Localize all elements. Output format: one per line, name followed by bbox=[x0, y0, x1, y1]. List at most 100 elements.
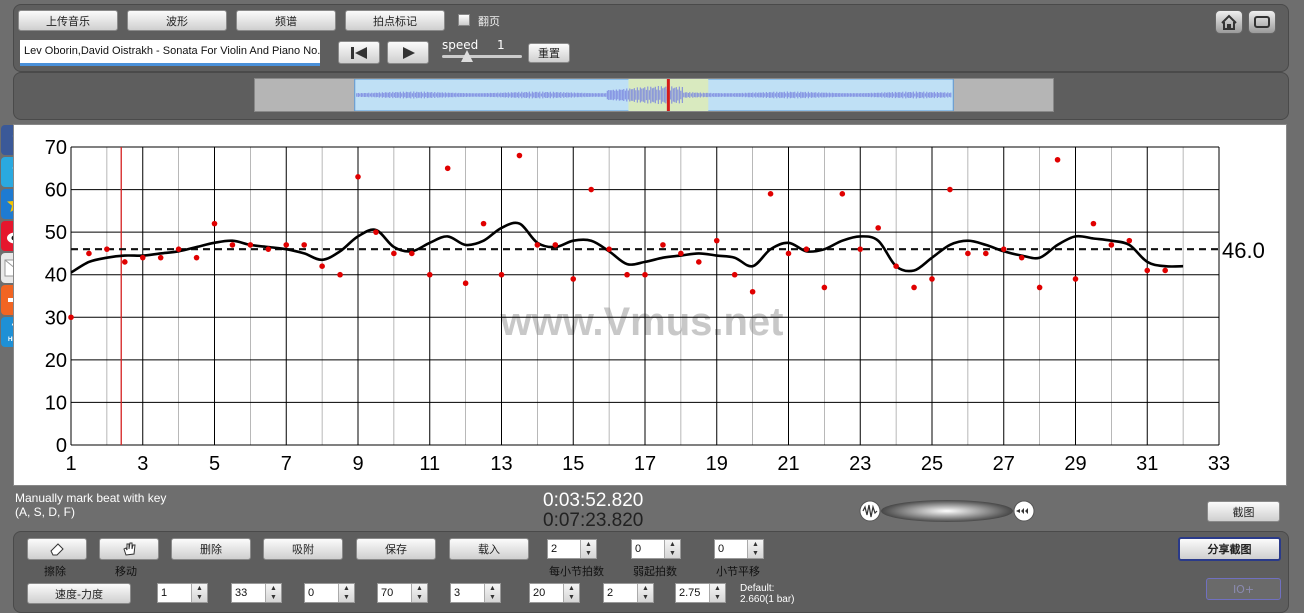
beat-point bbox=[713, 237, 720, 244]
waveform-overview[interactable] bbox=[254, 78, 1054, 112]
waveform-button[interactable]: 波形 bbox=[127, 10, 227, 31]
delete-button[interactable]: 删除 bbox=[171, 538, 251, 560]
beat-point bbox=[678, 250, 684, 257]
page-flip-checkbox[interactable] bbox=[458, 14, 470, 26]
stepper-arrows-icon[interactable]: ▲ ▼ bbox=[191, 584, 207, 602]
hint-line-1: Manually mark beat with key bbox=[15, 491, 167, 505]
stepper-arrows-icon[interactable]: ▲ ▼ bbox=[411, 584, 427, 602]
beat-point bbox=[731, 271, 738, 278]
beat-point bbox=[839, 191, 846, 197]
track-title-text: Lev Oborin,David Oistrakh - Sonata For V… bbox=[24, 45, 320, 57]
beat-point bbox=[498, 271, 505, 278]
param-4-stepper[interactable]: 70 ▲ ▼ bbox=[377, 583, 428, 603]
beat-point bbox=[104, 246, 110, 252]
beats-per-bar-value: 2 bbox=[551, 543, 558, 555]
beat-point bbox=[247, 242, 254, 248]
param-2-stepper[interactable]: 33 ▲ ▼ bbox=[231, 583, 282, 603]
speed-slider-track[interactable] bbox=[442, 55, 522, 58]
bar-shift-label: 小节平移 bbox=[716, 565, 760, 578]
pickup-value: 0 bbox=[635, 543, 642, 555]
waveform-graphic bbox=[354, 78, 954, 112]
stepper-arrows-icon[interactable]: ▲ ▼ bbox=[747, 540, 763, 558]
move-button[interactable] bbox=[99, 538, 159, 560]
bar-shift-stepper[interactable]: 0 ▲ ▼ bbox=[714, 539, 764, 559]
stepper-arrows-icon[interactable]: ▲ ▼ bbox=[563, 584, 579, 602]
stepper-arrows-icon[interactable]: ▲ ▼ bbox=[637, 584, 653, 602]
beat-point bbox=[696, 259, 702, 265]
beat-point bbox=[929, 276, 935, 282]
beat-point bbox=[588, 186, 594, 193]
spectrum-button[interactable]: 频谱 bbox=[236, 10, 336, 31]
beat-point bbox=[893, 263, 899, 269]
beats-per-bar-stepper[interactable]: 2 ▲ ▼ bbox=[547, 539, 597, 559]
save-button[interactable]: 保存 bbox=[356, 538, 436, 560]
chart-watermark: www.Vmus.net bbox=[499, 300, 783, 344]
y-tick-label: 70 bbox=[45, 137, 67, 159]
beat-point bbox=[301, 242, 307, 248]
beat-mark-button[interactable]: 拍点标记 bbox=[345, 10, 445, 31]
track-title-field[interactable]: Lev Oborin,David Oistrakh - Sonata For V… bbox=[20, 40, 320, 66]
param-7-value: 2 bbox=[607, 587, 614, 599]
beat-point bbox=[516, 152, 523, 159]
pickup-stepper[interactable]: 0 ▲ ▼ bbox=[631, 539, 681, 559]
x-tick-label: 29 bbox=[1064, 453, 1086, 475]
beat-point bbox=[1054, 156, 1061, 163]
reset-button[interactable]: 重置 bbox=[528, 43, 570, 63]
param-5-stepper[interactable]: 3 ▲ ▼ bbox=[450, 583, 501, 603]
beat-point bbox=[409, 250, 415, 257]
beat-point bbox=[426, 271, 433, 278]
tempo-dynamics-button[interactable]: 速度-力度 bbox=[27, 583, 131, 604]
tempo-curve bbox=[70, 221, 1184, 274]
speed-slider-thumb[interactable] bbox=[461, 50, 473, 62]
beat-point bbox=[552, 242, 559, 248]
param-1-stepper[interactable]: 1 ▲ ▼ bbox=[157, 583, 208, 603]
beats-per-bar-label: 每小节拍数 bbox=[549, 565, 604, 578]
stepper-arrows-icon[interactable]: ▲ ▼ bbox=[580, 540, 596, 558]
beat-point bbox=[624, 271, 630, 278]
default-line-1: Default: bbox=[740, 583, 775, 594]
beat-point bbox=[785, 250, 792, 257]
beat-point bbox=[444, 165, 451, 172]
stepper-arrows-icon[interactable]: ▲ ▼ bbox=[664, 540, 680, 558]
speed-value: 1 bbox=[497, 38, 505, 52]
beat-point bbox=[265, 246, 272, 252]
share-screenshot-button[interactable]: 分享截图 bbox=[1178, 537, 1281, 561]
erase-button[interactable] bbox=[27, 538, 87, 560]
beat-point bbox=[1036, 284, 1043, 291]
param-7-stepper[interactable]: 2 ▲ ▼ bbox=[603, 583, 654, 603]
upload-music-button[interactable]: 上传音乐 bbox=[18, 10, 118, 31]
x-tick-label: 5 bbox=[209, 453, 220, 475]
param-8-stepper[interactable]: 2.75 ▲ ▼ bbox=[675, 583, 726, 603]
stepper-arrows-icon[interactable]: ▲ ▼ bbox=[709, 584, 725, 602]
x-tick-label: 13 bbox=[490, 453, 512, 475]
erase-label: 擦除 bbox=[44, 565, 66, 578]
beat-point bbox=[1162, 267, 1168, 274]
stepper-arrows-icon[interactable]: ▲ ▼ bbox=[338, 584, 354, 602]
x-tick-label: 15 bbox=[562, 453, 584, 475]
average-label: 46.0 bbox=[1222, 238, 1265, 263]
stepper-arrows-icon[interactable]: ▲ ▼ bbox=[484, 584, 500, 602]
beat-point bbox=[68, 314, 74, 321]
beat-point bbox=[1000, 246, 1007, 252]
beat-point bbox=[157, 254, 164, 261]
chart-area[interactable]: www.Vmus.net 46.0 1 3 5 7 9 11 13 15 17 19 21 23 25 2… bbox=[13, 124, 1287, 486]
fullscreen-icon[interactable] bbox=[1248, 10, 1276, 34]
param-3-stepper[interactable]: 0 ▲ ▼ bbox=[304, 583, 355, 603]
skip-to-start-button[interactable] bbox=[338, 41, 380, 64]
beat-point bbox=[319, 263, 325, 269]
beat-point bbox=[337, 271, 343, 278]
home-icon[interactable] bbox=[1215, 10, 1243, 34]
stepper-arrows-icon[interactable]: ▲ ▼ bbox=[265, 584, 281, 602]
play-button[interactable] bbox=[387, 41, 429, 64]
beat-point bbox=[947, 186, 953, 193]
screenshot-button[interactable]: 截图 bbox=[1207, 501, 1280, 522]
volume-knob[interactable] bbox=[858, 499, 1036, 523]
snap-button[interactable]: 吸附 bbox=[263, 538, 343, 560]
beat-point bbox=[283, 242, 290, 248]
beat-point bbox=[480, 220, 487, 227]
beat-point bbox=[1144, 267, 1151, 274]
param-6-stepper[interactable]: 20 ▲ ▼ bbox=[529, 583, 580, 603]
beat-point bbox=[1108, 242, 1115, 248]
param-3-value: 0 bbox=[308, 587, 315, 599]
load-button[interactable]: 载入 bbox=[449, 538, 529, 560]
